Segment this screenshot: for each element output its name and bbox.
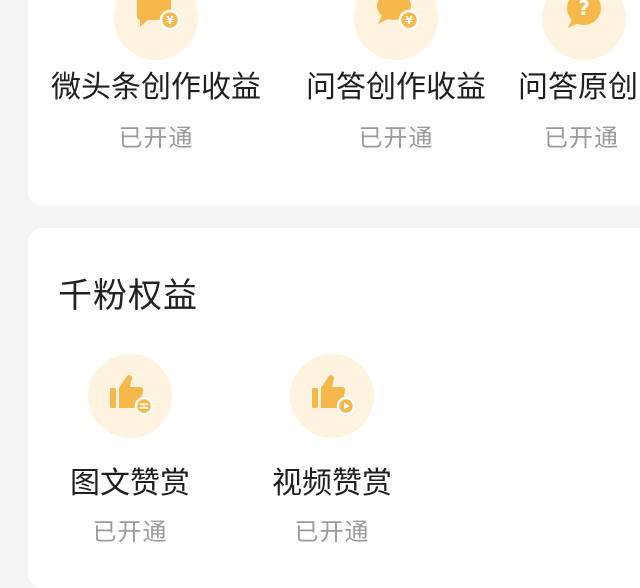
svg-text:¥: ¥	[405, 14, 413, 27]
benefit-video-tip[interactable]: 视频赞赏 已开通	[250, 354, 414, 554]
svg-text:¥: ¥	[166, 14, 174, 27]
question-bubble-icon: ?	[542, 0, 626, 60]
benefit-status: 已开通	[294, 518, 370, 546]
benefit-article-tip[interactable]: 图文赞赏 已开通	[48, 354, 212, 554]
thumbs-up-play-icon	[290, 354, 374, 438]
benefit-label: 问答原创	[518, 70, 638, 105]
benefit-status: 已开通	[544, 124, 619, 152]
round-bubble-yuan-icon: ¥	[354, 0, 438, 60]
benefit-label: 视频赞赏	[272, 466, 392, 501]
benefit-label: 图文赞赏	[70, 466, 190, 501]
benefit-qa-income[interactable]: ¥ 问答创作收益 已开通	[284, 0, 508, 180]
creation-benefits-card: ¥ 微头条创作收益 已开通 ¥ 问答创作收益 已开通 ? 问答原创 已开通	[28, 0, 640, 206]
benefit-label: 微头条创作收益	[51, 70, 261, 105]
benefit-status: 已开通	[358, 124, 434, 152]
benefit-weitoutiao-income[interactable]: ¥ 微头条创作收益 已开通	[40, 0, 272, 180]
benefit-status: 已开通	[118, 124, 194, 152]
benefit-qa-original[interactable]: ? 问答原创 已开通	[518, 0, 640, 180]
section-title: 千粉权益	[58, 276, 198, 316]
svg-text:?: ?	[578, 0, 590, 20]
fans-benefits-card: 千粉权益 图文赞赏 已开通 视频赞赏 已开通	[28, 228, 640, 588]
benefit-status: 已开通	[92, 518, 168, 546]
thumbs-up-document-icon	[88, 354, 172, 438]
chat-bubble-yuan-icon: ¥	[114, 0, 198, 60]
benefit-label: 问答创作收益	[306, 70, 486, 105]
